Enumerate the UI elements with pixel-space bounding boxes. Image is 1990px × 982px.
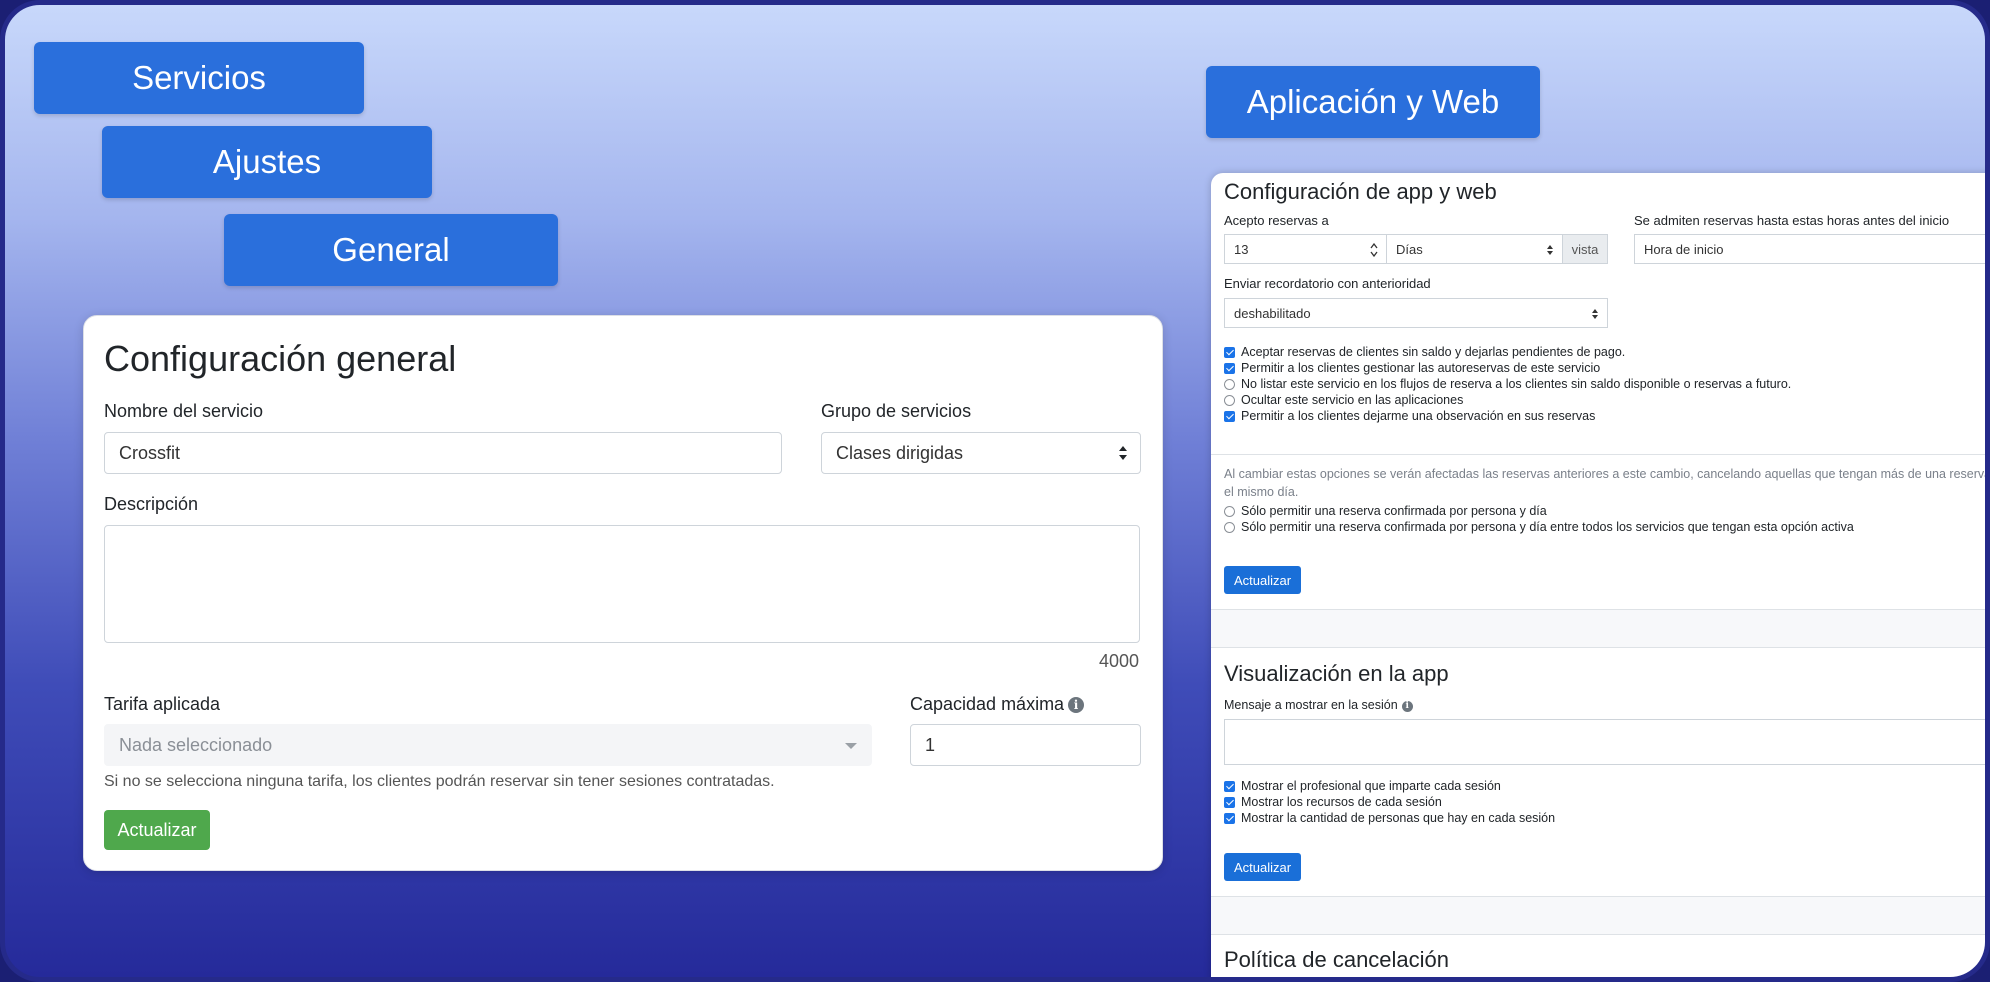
option-row[interactable]: Aceptar reservas de clientes sin saldo y… bbox=[1224, 345, 1625, 359]
rate-label: Tarifa aplicada bbox=[104, 694, 221, 714]
info-icon[interactable]: i bbox=[1068, 697, 1085, 713]
description-label: Descripción bbox=[104, 494, 199, 514]
session-message-input[interactable] bbox=[1224, 719, 1985, 765]
option-row[interactable]: Permitir a los clientes dejarme una obse… bbox=[1224, 409, 1595, 423]
app-view-update-button[interactable]: Actualizar bbox=[1224, 853, 1301, 881]
hours-before-label: Se admiten reservas hasta estas horas an… bbox=[1634, 213, 1950, 228]
option-row[interactable]: Mostrar la cantidad de personas que hay … bbox=[1224, 811, 1555, 825]
accept-bookings-label: Acepto reservas a bbox=[1224, 213, 1329, 228]
option-row[interactable]: Permitir a los clientes gestionar las au… bbox=[1224, 361, 1600, 375]
service-name-label: Nombre del servicio bbox=[104, 401, 264, 421]
general-config-card: Configuración general Nombre del servici… bbox=[83, 315, 1163, 871]
capacity-input[interactable]: 1 bbox=[910, 724, 1141, 766]
general-config-title: Configuración general bbox=[104, 338, 457, 379]
accept-days-input[interactable]: 13 bbox=[1224, 234, 1387, 264]
chevron-down-icon bbox=[845, 743, 857, 749]
option-row[interactable]: Sólo permitir una reserva confirmada por… bbox=[1224, 520, 1854, 534]
service-name-input[interactable]: Crossfit bbox=[104, 432, 782, 474]
checkbox-checked[interactable] bbox=[1224, 362, 1235, 374]
divider bbox=[1211, 454, 1985, 455]
session-message-label: Mensaje a mostrar en la sesión i bbox=[1224, 698, 1413, 712]
checkbox-unchecked[interactable] bbox=[1224, 394, 1235, 406]
checkbox-checked[interactable] bbox=[1224, 410, 1235, 422]
session-message-label-text: Mensaje a mostrar en la sesión bbox=[1224, 698, 1398, 712]
checkbox-unchecked[interactable] bbox=[1224, 521, 1235, 533]
capacity-label: Capacidad máxima i bbox=[910, 694, 1085, 715]
checkbox-checked[interactable] bbox=[1224, 780, 1235, 792]
app-view-title: Visualización en la app bbox=[1224, 661, 1449, 686]
select-arrows-icon bbox=[1547, 245, 1553, 255]
accept-unit-value: Días bbox=[1396, 241, 1423, 257]
breadcrumb-general[interactable]: General bbox=[224, 214, 558, 286]
option-row[interactable]: No listar este servicio en los flujos de… bbox=[1224, 377, 1791, 391]
option-row[interactable]: Mostrar los recursos de cada sesión bbox=[1224, 795, 1442, 809]
option-label: Permitir a los clientes dejarme una obse… bbox=[1241, 409, 1596, 423]
service-name-value: Crossfit bbox=[119, 442, 181, 463]
service-group-select[interactable]: Clases dirigidas bbox=[821, 432, 1141, 474]
info-icon[interactable]: i bbox=[1401, 700, 1413, 712]
capacity-label-text: Capacidad máxima bbox=[910, 694, 1065, 714]
reminder-value: deshabilitado bbox=[1234, 305, 1311, 321]
description-char-counter: 4000 bbox=[1099, 651, 1140, 671]
checkbox-checked[interactable] bbox=[1224, 796, 1235, 808]
service-group-label: Grupo de servicios bbox=[821, 401, 972, 421]
presentation-frame: Servicios Ajustes General Aplicación y W… bbox=[0, 0, 1990, 982]
option-label: Mostrar la cantidad de personas que hay … bbox=[1241, 811, 1556, 825]
option-label: No listar este servicio en los flujos de… bbox=[1241, 377, 1792, 391]
option-label: Mostrar los recursos de cada sesión bbox=[1241, 795, 1442, 809]
checkbox-unchecked[interactable] bbox=[1224, 378, 1235, 390]
option-row[interactable]: Ocultar este servicio en las aplicacione… bbox=[1224, 393, 1463, 407]
reminder-select[interactable]: deshabilitado bbox=[1224, 298, 1608, 328]
stepper-icon[interactable] bbox=[1370, 243, 1378, 257]
option-row[interactable]: Mostrar el profesional que imparte cada … bbox=[1224, 779, 1501, 793]
hours-before-value: Hora de inicio bbox=[1644, 241, 1724, 257]
section-gap bbox=[1211, 610, 1985, 647]
rate-placeholder: Nada seleccionado bbox=[119, 734, 273, 755]
checkbox-unchecked[interactable] bbox=[1224, 505, 1235, 517]
divider bbox=[1211, 647, 1985, 648]
option-row[interactable]: Sólo permitir una reserva confirmada por… bbox=[1224, 504, 1547, 518]
option-label: Sólo permitir una reserva confirmada por… bbox=[1241, 504, 1547, 518]
checkbox-checked[interactable] bbox=[1224, 812, 1235, 824]
accept-unit-select[interactable]: Días bbox=[1386, 234, 1563, 264]
description-textarea[interactable] bbox=[104, 525, 1140, 643]
option-label: Permitir a los clientes gestionar las au… bbox=[1241, 361, 1601, 375]
breadcrumb-ajustes[interactable]: Ajustes bbox=[102, 126, 432, 198]
rate-help-text: Si no se selecciona ninguna tarifa, los … bbox=[104, 773, 775, 790]
select-arrows-icon bbox=[1119, 446, 1127, 460]
app-config-title: Configuración de app y web bbox=[1224, 179, 1497, 204]
accept-addon: vista bbox=[1562, 234, 1608, 264]
breadcrumb-servicios[interactable]: Servicios bbox=[34, 42, 364, 114]
reminder-label: Enviar recordatorio con anterioridad bbox=[1224, 276, 1431, 291]
option-label: Mostrar el profesional que imparte cada … bbox=[1241, 779, 1501, 793]
service-group-value: Clases dirigidas bbox=[836, 442, 964, 463]
section-gap bbox=[1211, 897, 1985, 934]
option-label: Ocultar este servicio en las aplicacione… bbox=[1241, 393, 1464, 407]
rate-select[interactable]: Nada seleccionado bbox=[104, 724, 872, 766]
option-label: Aceptar reservas de clientes sin saldo y… bbox=[1241, 345, 1626, 359]
divider bbox=[1211, 934, 1985, 935]
capacity-value: 1 bbox=[925, 734, 936, 755]
change-warning-note: Al cambiar estas opciones se verán afect… bbox=[1224, 467, 1990, 499]
general-update-button[interactable]: Actualizar bbox=[104, 810, 210, 850]
select-arrows-icon bbox=[1592, 309, 1598, 319]
app-web-panel: Configuración de app y web Acepto reserv… bbox=[1211, 173, 1990, 977]
checkbox-checked[interactable] bbox=[1224, 346, 1235, 358]
app-config-update-button[interactable]: Actualizar bbox=[1224, 566, 1301, 594]
option-label: Sólo permitir una reserva confirmada por… bbox=[1241, 520, 1854, 534]
breadcrumb-app-web[interactable]: Aplicación y Web bbox=[1206, 66, 1540, 138]
cancel-policy-title: Política de cancelación bbox=[1224, 947, 1450, 972]
accept-days-value: 13 bbox=[1234, 241, 1249, 257]
hours-before-select[interactable]: Hora de inicio bbox=[1634, 234, 1985, 264]
